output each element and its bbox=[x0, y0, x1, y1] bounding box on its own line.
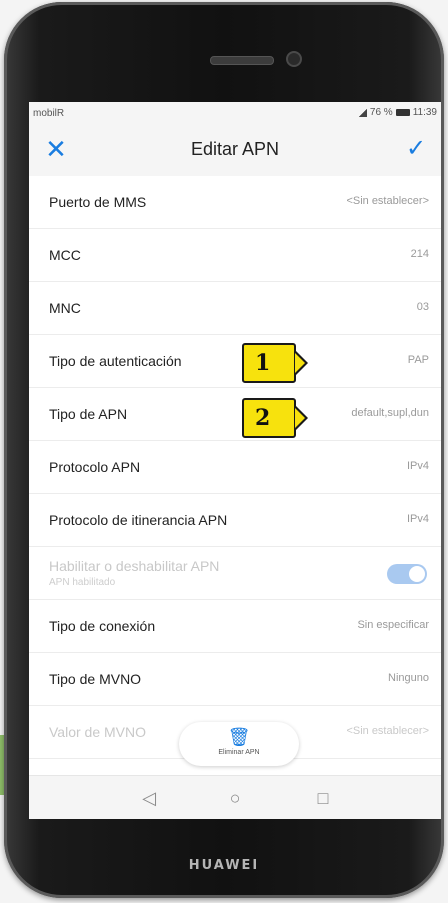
navigation-bar: ◁ ○ □ bbox=[29, 775, 441, 819]
status-icons: 76 % 11:39 bbox=[357, 107, 437, 118]
row-label: Protocolo APN bbox=[49, 459, 141, 475]
row-label: Habilitar o deshabilitar APN bbox=[49, 558, 220, 574]
row-value: 03 bbox=[416, 301, 429, 313]
callout-1: 1 bbox=[242, 343, 308, 383]
row-label: Tipo de conexión bbox=[49, 618, 156, 634]
clock: 11:39 bbox=[412, 107, 437, 118]
toggle-knob bbox=[409, 566, 425, 582]
row-label: Protocolo de itinerancia APN bbox=[49, 512, 228, 528]
row-value: <Sin establecer> bbox=[346, 725, 429, 737]
row-label: Tipo de MVNO bbox=[49, 671, 142, 687]
status-bar: mobilR 76 % 11:39 bbox=[29, 102, 441, 124]
row-protocolo-apn[interactable]: Protocolo APN IPv4 bbox=[29, 441, 441, 494]
apn-enable-toggle[interactable] bbox=[387, 564, 427, 584]
row-value: Ninguno bbox=[388, 672, 429, 684]
stage: mobilR 76 % 11:39 ✕ Editar APN ✓ Puerto … bbox=[0, 0, 448, 903]
trash-icon: 🗑 bbox=[227, 727, 251, 747]
row-value: 214 bbox=[410, 248, 429, 260]
back-triangle-icon[interactable]: ◁ bbox=[137, 786, 161, 810]
row-value: default,supl,dun bbox=[351, 407, 429, 419]
delete-apn-button[interactable]: 🗑 Eliminar APN bbox=[179, 722, 299, 766]
apn-settings-list: Puerto de MMS <Sin establecer> MCC 214 M… bbox=[29, 176, 441, 759]
page-title: Editar APN bbox=[190, 139, 280, 159]
row-sublabel: APN habilitado bbox=[49, 577, 116, 588]
row-value: IPv4 bbox=[406, 460, 429, 472]
row-label: Puerto de MMS bbox=[49, 194, 147, 210]
row-mcc[interactable]: MCC 214 bbox=[29, 229, 441, 282]
home-circle-icon[interactable]: ○ bbox=[223, 786, 247, 810]
row-puerto-mms[interactable]: Puerto de MMS <Sin establecer> bbox=[29, 176, 441, 229]
recents-square-icon[interactable]: □ bbox=[311, 786, 335, 810]
row-value: Sin especificar bbox=[357, 619, 429, 631]
row-label: MNC bbox=[49, 300, 81, 316]
device-brand-logo: HUAWEI bbox=[188, 858, 260, 873]
row-label: Tipo de APN bbox=[49, 406, 128, 422]
row-mnc[interactable]: MNC 03 bbox=[29, 282, 441, 335]
row-tipo-apn[interactable]: Tipo de APN default,supl,dun bbox=[29, 388, 441, 441]
row-label: MCC bbox=[49, 247, 81, 263]
row-tipo-autenticacion[interactable]: Tipo de autenticación PAP bbox=[29, 335, 441, 388]
row-value: <Sin establecer> bbox=[346, 195, 429, 207]
row-habilitar-apn: Habilitar o deshabilitar APN APN habilit… bbox=[29, 547, 441, 600]
signal-icon bbox=[357, 108, 367, 117]
battery-percent: 76 % bbox=[369, 107, 393, 118]
carrier-label: mobilR bbox=[33, 108, 65, 119]
close-icon[interactable]: ✕ bbox=[41, 134, 71, 164]
row-protocolo-itinerancia[interactable]: Protocolo de itinerancia APN IPv4 bbox=[29, 494, 441, 547]
row-label: Valor de MVNO bbox=[49, 724, 146, 740]
row-value: PAP bbox=[407, 354, 429, 366]
phone-screen: mobilR 76 % 11:39 ✕ Editar APN ✓ Puerto … bbox=[29, 102, 441, 819]
delete-apn-label: Eliminar APN bbox=[218, 749, 260, 756]
earpiece bbox=[210, 56, 274, 65]
front-camera-icon bbox=[286, 51, 302, 67]
row-tipo-mvno[interactable]: Tipo de MVNO Ninguno bbox=[29, 653, 441, 706]
row-value: IPv4 bbox=[406, 513, 429, 525]
app-bar: ✕ Editar APN ✓ bbox=[29, 124, 441, 176]
check-icon[interactable]: ✓ bbox=[401, 134, 431, 164]
callout-2: 2 bbox=[242, 398, 308, 438]
battery-icon bbox=[395, 109, 410, 116]
row-label: Tipo de autenticación bbox=[49, 353, 182, 369]
row-tipo-conexion[interactable]: Tipo de conexión Sin especificar bbox=[29, 600, 441, 653]
phone-frame: mobilR 76 % 11:39 ✕ Editar APN ✓ Puerto … bbox=[4, 2, 444, 898]
